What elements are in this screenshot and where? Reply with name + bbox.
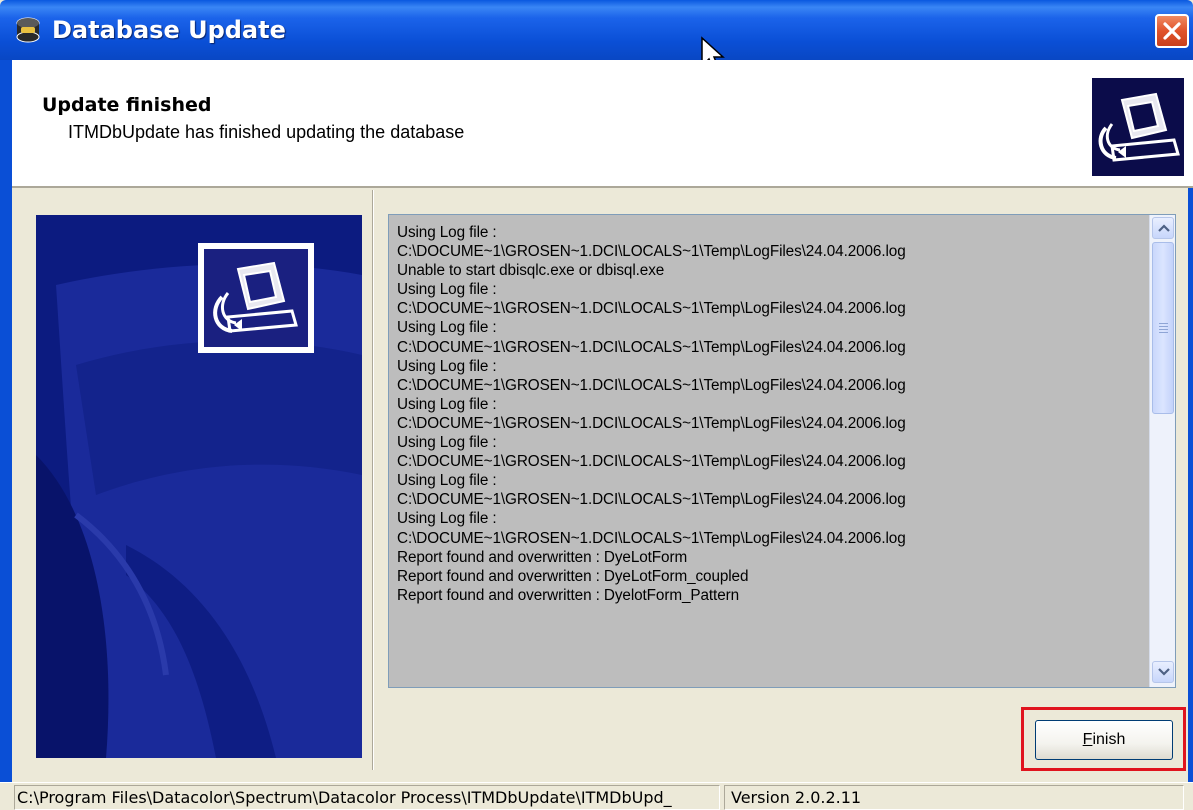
log-line: Using Log file : (397, 281, 497, 299)
scroll-thumb[interactable] (1152, 242, 1174, 414)
log-line: C:\DOCUME~1\GROSEN~1.DCI\LOCALS~1\Temp\L… (397, 300, 906, 318)
status-version: Version 2.0.2.11 (724, 785, 1184, 810)
database-icon (14, 17, 42, 43)
scroll-down-button[interactable] (1152, 661, 1174, 683)
log-line: Report found and overwritten : DyeLotFor… (397, 567, 749, 585)
wizard-side-image (36, 215, 362, 758)
log-line: C:\DOCUME~1\GROSEN~1.DCI\LOCALS~1\Temp\L… (397, 529, 906, 547)
left-frame (12, 190, 24, 770)
page-title: Update finished (42, 94, 212, 116)
log-textarea[interactable]: Using Log file : C:\DOCUME~1\GROSEN~1.DCI… (388, 214, 1176, 688)
log-line: Using Log file : (397, 472, 497, 490)
log-line: Using Log file : (397, 319, 497, 337)
header-panel: Update finished ITMDbUpdate has finished… (12, 60, 1193, 188)
finish-label: inish (1092, 731, 1126, 748)
title-bar[interactable]: Database Update (0, 0, 1193, 60)
finish-accelerator: F (1082, 731, 1093, 748)
log-line: Using Log file : (397, 434, 497, 452)
scroll-up-button[interactable] (1152, 217, 1174, 239)
status-bar: C:\Program Files\Datacolor\Spectrum\Data… (0, 782, 1193, 810)
log-line: C:\DOCUME~1\GROSEN~1.DCI\LOCALS~1\Temp\L… (397, 338, 906, 356)
log-line: C:\DOCUME~1\GROSEN~1.DCI\LOCALS~1\Temp\L… (397, 453, 906, 471)
grip-line (1159, 323, 1168, 324)
close-button[interactable] (1155, 14, 1189, 48)
log-line: Using Log file : (397, 510, 497, 528)
log-line: Using Log file : (397, 395, 497, 413)
grip-line (1159, 332, 1168, 333)
log-line: Using Log file : (397, 357, 497, 375)
log-line: C:\DOCUME~1\GROSEN~1.DCI\LOCALS~1\Temp\L… (397, 491, 906, 509)
window-left-border (0, 60, 12, 782)
log-line: Report found and overwritten : DyelotFor… (397, 586, 739, 604)
log-line: C:\DOCUME~1\GROSEN~1.DCI\LOCALS~1\Temp\L… (397, 414, 906, 432)
log-line: Report found and overwritten : DyeLotFor… (397, 548, 688, 566)
grip-line (1159, 326, 1168, 327)
log-line: Using Log file : (397, 224, 497, 241)
database-update-window: Database Update Update finished ITMDbUpd… (0, 0, 1193, 810)
status-path: C:\Program Files\Datacolor\Spectrum\Data… (14, 785, 720, 810)
close-icon (1163, 22, 1181, 40)
log-line: Unable to start dbisqlc.exe or dbisql.ex… (397, 262, 665, 280)
finish-button[interactable]: Finish (1035, 720, 1173, 760)
chevron-up-icon (1158, 224, 1170, 232)
log-content: Using Log file : C:\DOCUME~1\GROSEN~1.DCI… (397, 223, 1147, 683)
log-line: C:\DOCUME~1\GROSEN~1.DCI\LOCALS~1\Temp\L… (397, 243, 906, 261)
log-line: C:\DOCUME~1\GROSEN~1.DCI\LOCALS~1\Temp\L… (397, 376, 906, 394)
computer-update-icon (1092, 78, 1184, 176)
page-subtitle: ITMDbUpdate has finished updating the da… (68, 122, 465, 142)
computer-update-icon (198, 243, 314, 353)
chevron-down-icon (1158, 668, 1170, 676)
panel-divider (372, 190, 374, 770)
window-title: Database Update (52, 16, 286, 44)
grip-line (1159, 329, 1168, 330)
log-scrollbar[interactable] (1149, 215, 1175, 687)
